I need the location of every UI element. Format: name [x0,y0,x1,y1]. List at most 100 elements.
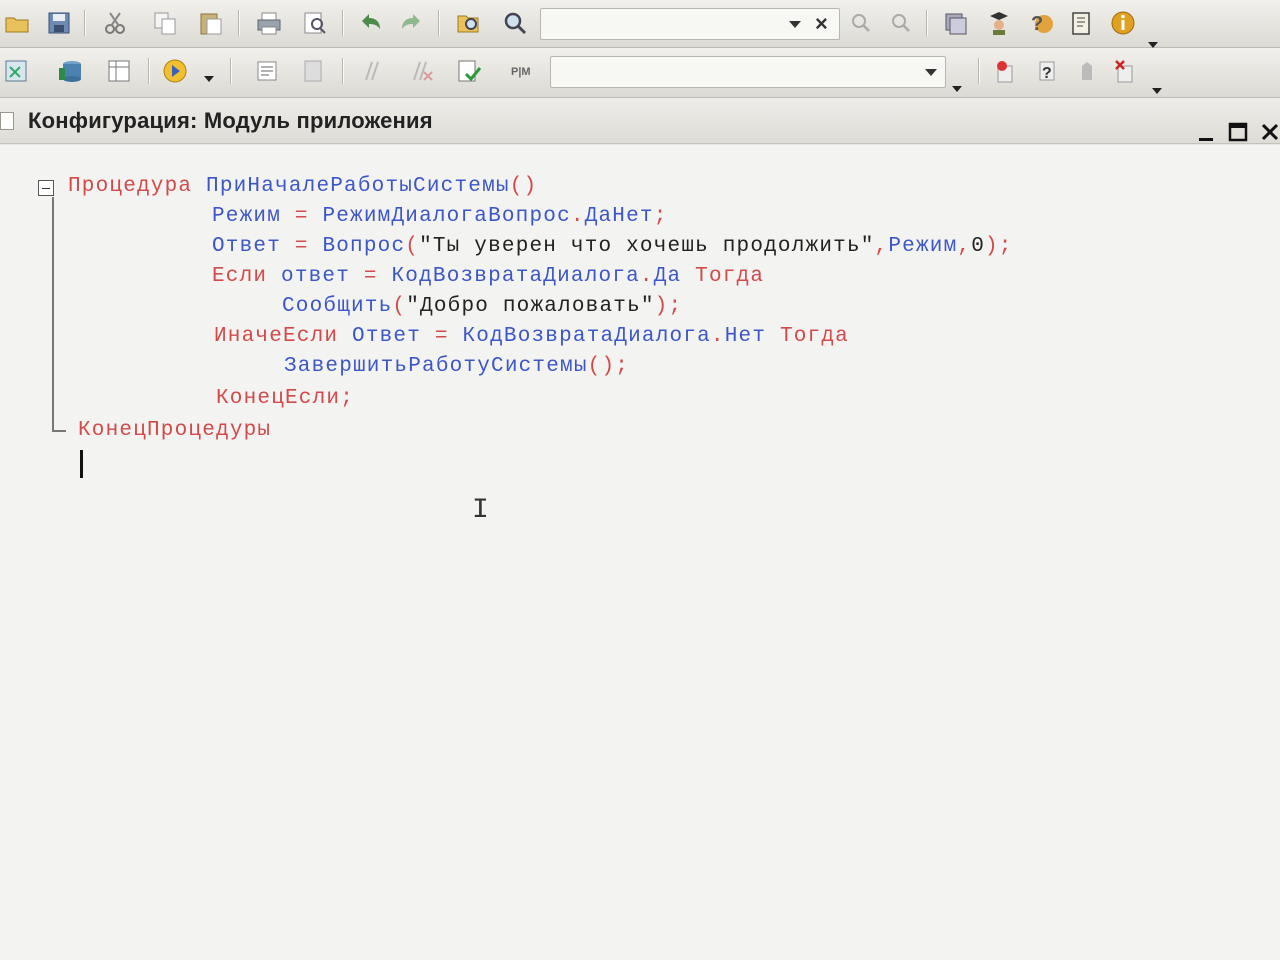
procedure-name: ПриНачалеРаботыСистемы [206,175,510,198]
punctuation: (); [587,355,630,378]
clear-breakpoints-icon[interactable] [1110,56,1140,86]
svg-text:?: ? [1042,65,1052,82]
identifier: КодВозвратаДиалога [462,325,711,348]
code-line-4[interactable]: Если ответ = КодВозвратаДиалога.Да Тогда [212,265,764,288]
check-icon[interactable] [454,56,484,86]
code-line-5[interactable]: Сообщить("Добро пожаловать"); [282,295,682,318]
procedures-combo[interactable] [550,56,946,88]
debug-help-icon[interactable]: ? [1032,56,1062,86]
procedures-input[interactable] [551,57,945,87]
punctuation: ; [653,205,668,228]
variable: Режим [212,205,282,228]
punctuation: . [639,265,654,288]
chevron-down-icon[interactable] [1152,88,1162,94]
operator: = [294,205,309,228]
svg-text:P|M: P|M [511,66,531,78]
keyword: ИначеЕсли [214,325,339,348]
function-name: Вопрос [322,235,406,258]
mouse-ibeam-cursor: I [472,495,489,526]
fold-line-end [52,430,66,432]
code-line-8[interactable]: КонецЕсли; [216,387,354,410]
window-title: Конфигурация: Модуль приложения [28,108,433,133]
uncomment-icon[interactable] [406,56,436,86]
variable: Ответ [352,325,422,348]
find-in-tree-icon[interactable] [454,8,484,38]
close-icon[interactable]: × [815,11,828,37]
code-editor[interactable]: Процедура ПриНачалеРаботыСистемы() Режим… [0,145,1280,960]
open-icon[interactable] [2,8,32,38]
sort-icon[interactable]: P|M [508,56,538,86]
compare-icon[interactable] [2,56,32,86]
search-combo[interactable]: × [540,8,840,40]
keyword: Тогда [695,265,765,288]
keyword: КонецЕсли [216,387,341,410]
next-search-icon[interactable] [886,8,916,38]
minimize-icon[interactable] [1196,122,1216,142]
cut-icon[interactable] [100,8,130,38]
punctuation: , [957,235,972,258]
keyword: Тогда [779,325,849,348]
stop-icon[interactable] [1072,56,1102,86]
book-icon[interactable] [1066,8,1096,38]
print-icon[interactable] [254,8,284,38]
punctuation: , [874,235,889,258]
function-name: ЗавершитьРаботуСистемы [284,355,588,378]
punctuation: ( [405,235,420,258]
chevron-down-icon[interactable] [952,86,962,92]
operator: = [434,325,449,348]
fold-toggle[interactable] [38,180,54,196]
identifier: КодВозвратаДиалога [391,265,640,288]
identifier: ДаНет [584,205,654,228]
keyword: Процедура [68,175,193,198]
comment-icon[interactable] [356,56,386,86]
module-icon[interactable] [252,56,282,86]
wizard-icon[interactable] [984,8,1014,38]
operator: = [363,265,378,288]
redo-icon[interactable] [396,8,426,38]
variable: Режим [888,235,958,258]
variable: Ответ [212,235,282,258]
variable: ответ [281,265,351,288]
copy-icon[interactable] [150,8,180,38]
operator: = [294,235,309,258]
code-line-3[interactable]: Ответ = Вопрос("Ты уверен что хочешь про… [212,235,1013,258]
punctuation: ); [654,295,683,318]
undo-icon[interactable] [356,8,386,38]
paste-icon[interactable] [196,8,226,38]
code-line-1[interactable]: Процедура ПриНачалеРаботыСистемы() [68,175,537,198]
text-caret [80,450,83,478]
database-icon[interactable] [56,56,86,86]
fold-line [52,197,54,430]
help-icon[interactable]: ? [1026,8,1056,38]
code-line-7[interactable]: ЗавершитьРаботуСистемы(); [284,355,629,378]
punctuation: ; [340,387,355,410]
secondary-toolbar: P|M ? [0,48,1280,98]
print-preview-icon[interactable] [300,8,330,38]
syntax-icon[interactable] [298,56,328,86]
window-titlebar: Конфигурация: Модуль приложения [0,98,1280,144]
maximize-icon[interactable] [1228,122,1248,142]
function-name: Сообщить [282,295,393,318]
svg-text:?: ? [1031,13,1043,35]
save-icon[interactable] [44,8,74,38]
string-literal: "Ты уверен что хочешь продолжить" [419,235,875,258]
prev-search-icon[interactable] [846,8,876,38]
punctuation: . [570,205,585,228]
document-icon [0,112,14,130]
breakpoint-icon[interactable] [990,56,1020,86]
punctuation: ( [392,295,407,318]
find-icon[interactable] [500,8,530,38]
code-line-2[interactable]: Режим = РежимДиалогаВопрос.ДаНет; [212,205,668,228]
punctuation: () [509,175,538,198]
code-line-6[interactable]: ИначеЕсли Ответ = КодВозвратаДиалога.Нет… [214,325,849,348]
run-icon[interactable] [160,56,190,86]
chevron-down-icon[interactable] [789,21,801,28]
close-icon[interactable] [1260,122,1280,142]
chevron-down-icon[interactable] [204,76,214,82]
info-icon[interactable] [1108,8,1138,38]
chevron-down-icon[interactable] [925,69,937,76]
keyword: Если [212,265,268,288]
code-line-9[interactable]: КонецПроцедуры [78,419,271,442]
table-icon[interactable] [104,56,134,86]
window-icon[interactable] [940,8,970,38]
